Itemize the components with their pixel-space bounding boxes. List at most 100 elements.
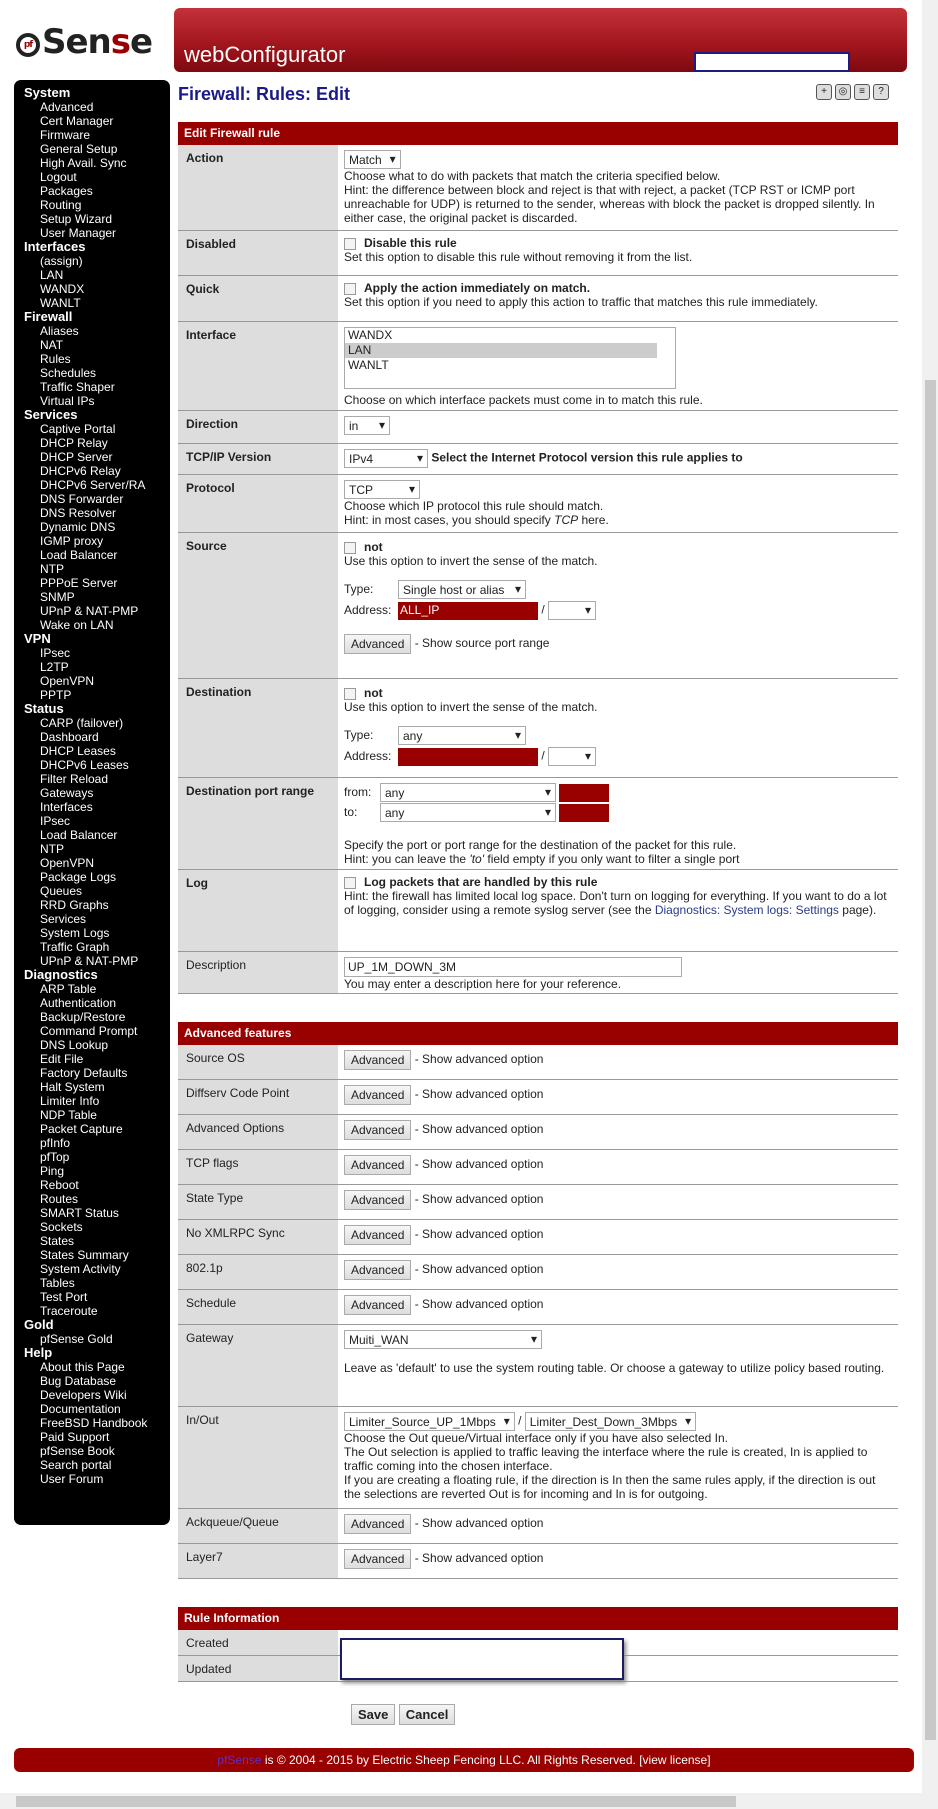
source-advanced-button[interactable]: Advanced: [344, 634, 412, 654]
sidebar-item[interactable]: OpenVPN: [24, 856, 170, 870]
sidebar-item[interactable]: Gateways: [24, 786, 170, 800]
sidebar-item[interactable]: Setup Wizard: [24, 212, 170, 226]
sidebar-item[interactable]: Paid Support: [24, 1430, 170, 1444]
advanced-button[interactable]: Advanced: [344, 1155, 412, 1175]
interface-listbox[interactable]: WANDX LAN WANLT: [344, 327, 676, 389]
sidebar-item[interactable]: WANLT: [24, 296, 170, 310]
sidebar-item[interactable]: Edit File: [24, 1052, 170, 1066]
description-input[interactable]: UP_1M_DOWN_3M: [344, 957, 682, 977]
dest-not-checkbox[interactable]: [344, 687, 356, 700]
sidebar-item[interactable]: NTP: [24, 842, 170, 856]
sidebar-item[interactable]: States Summary: [24, 1248, 170, 1262]
advanced-button[interactable]: Advanced: [344, 1085, 412, 1105]
sidebar-item[interactable]: Virtual IPs: [24, 394, 170, 408]
direction-select[interactable]: in: [344, 416, 390, 435]
sidebar-item[interactable]: DHCP Relay: [24, 436, 170, 450]
sidebar-item[interactable]: pfSense Book: [24, 1444, 170, 1458]
sidebar-item[interactable]: System Activity: [24, 1262, 170, 1276]
sidebar-item[interactable]: UPnP & NAT-PMP: [24, 954, 170, 968]
advanced-button[interactable]: Advanced: [344, 1549, 412, 1569]
sidebar-item[interactable]: Factory Defaults: [24, 1066, 170, 1080]
sidebar-item[interactable]: DHCPv6 Leases: [24, 758, 170, 772]
out-queue-select[interactable]: Limiter_Dest_Down_3Mbps: [524, 1412, 697, 1431]
option[interactable]: WANLT: [345, 358, 675, 373]
sidebar-item[interactable]: SMART Status: [24, 1206, 170, 1220]
sidebar-item[interactable]: Rules: [24, 352, 170, 366]
sidebar-item[interactable]: Ping: [24, 1164, 170, 1178]
sidebar-item[interactable]: Logout: [24, 170, 170, 184]
sidebar-item[interactable]: Wake on LAN: [24, 618, 170, 632]
sidebar-item[interactable]: Command Prompt: [24, 1024, 170, 1038]
sidebar-item[interactable]: pfTop: [24, 1150, 170, 1164]
sidebar-item[interactable]: Load Balancer: [24, 828, 170, 842]
dport-to-input[interactable]: [559, 803, 610, 822]
sidebar-item[interactable]: Authentication: [24, 996, 170, 1010]
sidebar-item[interactable]: Cert Manager: [24, 114, 170, 128]
disable-checkbox[interactable]: [344, 237, 356, 250]
sidebar-item[interactable]: DHCP Leases: [24, 744, 170, 758]
sidebar-item[interactable]: DNS Resolver: [24, 506, 170, 520]
sidebar-item[interactable]: Load Balancer: [24, 548, 170, 562]
gateway-select[interactable]: Muiti_WAN: [344, 1330, 542, 1349]
horizontal-scrollbar[interactable]: [0, 1793, 938, 1809]
dport-from-input[interactable]: [559, 783, 610, 802]
sidebar-item[interactable]: Traceroute: [24, 1304, 170, 1318]
quick-checkbox[interactable]: [344, 282, 356, 295]
dport-from-select[interactable]: any: [380, 783, 556, 802]
sidebar-item[interactable]: Dynamic DNS: [24, 520, 170, 534]
sidebar-item[interactable]: Test Port: [24, 1290, 170, 1304]
sidebar-item[interactable]: DHCPv6 Server/RA: [24, 478, 170, 492]
sidebar-item[interactable]: PPPoE Server: [24, 576, 170, 590]
dest-type-select[interactable]: any: [398, 726, 526, 745]
sidebar-item[interactable]: NAT: [24, 338, 170, 352]
sidebar-item[interactable]: User Manager: [24, 226, 170, 240]
scroll-thumb[interactable]: [925, 380, 936, 1740]
option[interactable]: WANDX: [345, 328, 675, 343]
sidebar-item[interactable]: Interfaces: [24, 800, 170, 814]
sidebar-item[interactable]: L2TP: [24, 660, 170, 674]
add-widget-icon[interactable]: +: [816, 84, 832, 100]
action-select[interactable]: Match: [344, 150, 401, 169]
sidebar-item[interactable]: Services: [24, 912, 170, 926]
sidebar-item[interactable]: Sockets: [24, 1220, 170, 1234]
sidebar-item[interactable]: Traffic Graph: [24, 940, 170, 954]
sidebar-item[interactable]: DHCP Server: [24, 450, 170, 464]
help-icon[interactable]: ?: [873, 84, 889, 100]
sidebar-item[interactable]: (assign): [24, 254, 170, 268]
dest-address-input[interactable]: [398, 747, 538, 766]
sidebar-item[interactable]: Bug Database: [24, 1374, 170, 1388]
sidebar-item[interactable]: States: [24, 1234, 170, 1248]
sidebar-item[interactable]: Queues: [24, 884, 170, 898]
sidebar-item[interactable]: Captive Portal: [24, 422, 170, 436]
sidebar-item[interactable]: System Logs: [24, 926, 170, 940]
sidebar-item[interactable]: Advanced: [24, 100, 170, 114]
view-license-link[interactable]: [view license]: [639, 1753, 710, 1767]
sidebar-item[interactable]: LAN: [24, 268, 170, 282]
sidebar-item[interactable]: User Forum: [24, 1472, 170, 1486]
sidebar-item[interactable]: Filter Reload: [24, 772, 170, 786]
source-not-checkbox[interactable]: [344, 541, 356, 554]
sidebar-item[interactable]: Schedules: [24, 366, 170, 380]
sidebar-item[interactable]: Reboot: [24, 1178, 170, 1192]
advanced-button[interactable]: Advanced: [344, 1225, 412, 1245]
sidebar-item[interactable]: Backup/Restore: [24, 1010, 170, 1024]
sidebar-item[interactable]: IGMP proxy: [24, 534, 170, 548]
sidebar-item[interactable]: Tables: [24, 1276, 170, 1290]
sidebar-item[interactable]: Search portal: [24, 1458, 170, 1472]
sidebar-item[interactable]: Packet Capture: [24, 1122, 170, 1136]
sidebar-item[interactable]: pfInfo: [24, 1136, 170, 1150]
sidebar-item[interactable]: Dashboard: [24, 730, 170, 744]
in-queue-select[interactable]: Limiter_Source_UP_1Mbps: [344, 1412, 515, 1431]
pfsense-logo[interactable]: pf Sense: [16, 22, 153, 62]
sidebar-item[interactable]: UPnP & NAT-PMP: [24, 604, 170, 618]
sidebar-item[interactable]: Routes: [24, 1192, 170, 1206]
dest-mask-select[interactable]: [548, 747, 597, 766]
vertical-scrollbar[interactable]: [922, 0, 938, 1793]
status-icon[interactable]: ◎: [835, 84, 851, 100]
sidebar-item[interactable]: OpenVPN: [24, 674, 170, 688]
source-type-select[interactable]: Single host or alias: [398, 580, 526, 599]
option-selected[interactable]: LAN: [345, 343, 657, 358]
advanced-button[interactable]: Advanced: [344, 1190, 412, 1210]
sidebar-item[interactable]: Halt System: [24, 1080, 170, 1094]
sidebar-item[interactable]: SNMP: [24, 590, 170, 604]
